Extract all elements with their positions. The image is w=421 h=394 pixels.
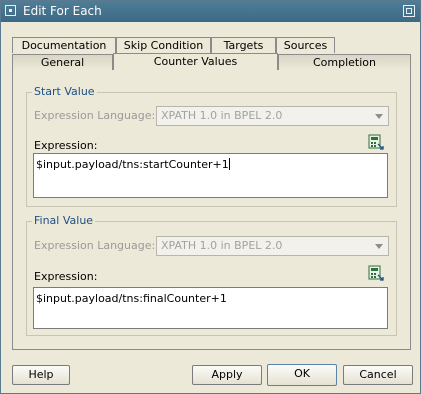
title-bar[interactable]: Edit For Each (1, 1, 420, 22)
final-language-value: XPATH 1.0 in BPEL 2.0 (161, 239, 283, 252)
start-expression-field[interactable]: $input.payload/tns:startCounter+1 (33, 153, 388, 198)
final-value-legend: Final Value (32, 214, 96, 227)
start-value-legend: Start Value (32, 85, 97, 98)
start-expression-text: $input.payload/tns:startCounter+1 (36, 158, 229, 171)
chevron-down-icon (375, 114, 383, 119)
window-icon (5, 5, 16, 16)
window-title: Edit For Each (23, 4, 102, 18)
start-expression-label: Expression: (34, 139, 98, 152)
help-button[interactable]: Help (12, 365, 70, 385)
cancel-button[interactable]: Cancel (343, 365, 413, 385)
start-language-label: Expression Language: (34, 109, 156, 122)
calculator-icon[interactable] (368, 134, 384, 150)
start-language-value: XPATH 1.0 in BPEL 2.0 (161, 109, 283, 122)
edit-for-each-dialog: Edit For Each Documentation Skip Conditi… (0, 0, 421, 394)
tab-general[interactable]: General (12, 54, 113, 70)
final-language-select[interactable]: XPATH 1.0 in BPEL 2.0 (156, 236, 389, 256)
final-expression-field[interactable]: $input.payload/tns:finalCounter+1 (33, 287, 388, 329)
tab-counter-values[interactable]: Counter Values (113, 53, 278, 70)
final-expression-text: $input.payload/tns:finalCounter+1 (36, 292, 227, 305)
tab-targets[interactable]: Targets (211, 37, 276, 53)
tab-skip-condition[interactable]: Skip Condition (116, 37, 211, 53)
start-language-select[interactable]: XPATH 1.0 in BPEL 2.0 (156, 106, 389, 126)
tab-documentation[interactable]: Documentation (12, 37, 116, 53)
final-language-label: Expression Language: (34, 239, 156, 252)
tab-completion[interactable]: Completion (278, 54, 411, 70)
ok-button[interactable]: OK (267, 364, 337, 386)
tab-sources[interactable]: Sources (276, 37, 335, 53)
calculator-icon[interactable] (368, 265, 384, 281)
close-icon[interactable] (403, 5, 415, 17)
final-expression-label: Expression: (34, 270, 98, 283)
chevron-down-icon (375, 244, 383, 249)
apply-button[interactable]: Apply (192, 365, 262, 385)
text-cursor (228, 158, 230, 170)
